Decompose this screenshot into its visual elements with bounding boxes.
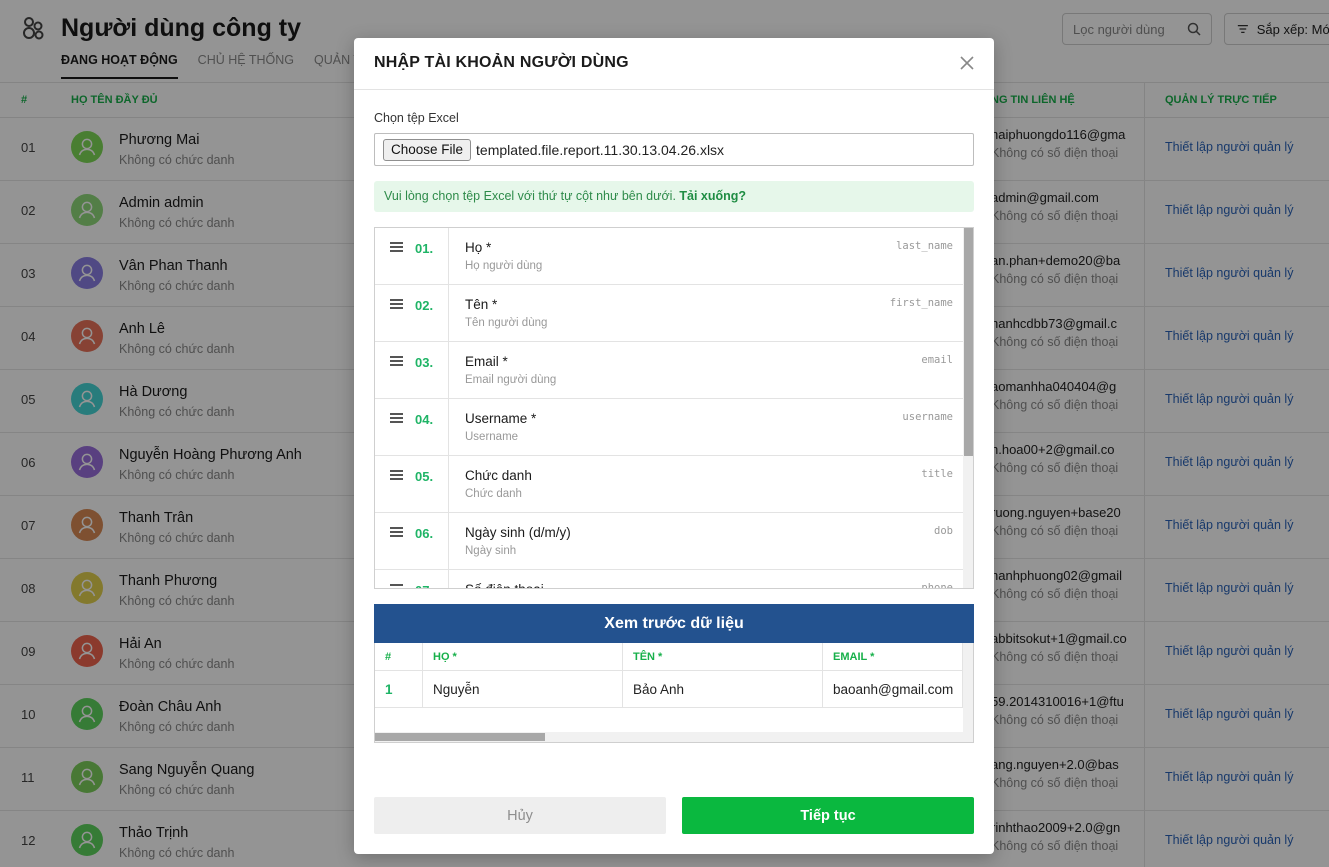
field-key: last_name bbox=[896, 240, 953, 252]
field-order-number: 05. bbox=[415, 469, 434, 484]
field-label: Chức danh bbox=[465, 468, 532, 483]
field-divider bbox=[448, 399, 449, 455]
field-label: Họ * bbox=[465, 240, 492, 255]
field-divider bbox=[448, 570, 449, 588]
field-order-number: 07. bbox=[415, 583, 433, 588]
field-description: Email người dùng bbox=[465, 374, 557, 386]
column-field-item[interactable]: 03. Email * Email người dùng email bbox=[375, 342, 963, 399]
modal-title: NHẬP TÀI KHOẢN NGƯỜI DÙNG bbox=[374, 54, 629, 71]
field-order-number: 03. bbox=[415, 355, 434, 370]
field-label: Email * bbox=[465, 354, 508, 369]
field-key: dob bbox=[934, 525, 953, 537]
import-users-modal: NHẬP TÀI KHOẢN NGƯỜI DÙNG Chọn tệp Excel… bbox=[354, 38, 994, 854]
download-template-link[interactable]: Tải xuống? bbox=[679, 189, 746, 203]
field-label: Số điện thoại bbox=[465, 582, 544, 588]
field-order-number: 04. bbox=[415, 412, 434, 427]
preview-cell: Bảo Anh bbox=[623, 671, 823, 707]
field-label: Username * bbox=[465, 411, 537, 426]
column-field-item[interactable]: 01. Họ * Họ người dùng last_name bbox=[375, 228, 963, 285]
field-description: Ngày sinh bbox=[465, 545, 517, 557]
drag-handle-icon[interactable] bbox=[390, 584, 403, 588]
modal-header: NHẬP TÀI KHOẢN NGƯỜI DÙNG bbox=[354, 38, 994, 90]
choose-file-button[interactable]: Choose File bbox=[383, 138, 472, 161]
drag-handle-icon[interactable] bbox=[390, 527, 403, 537]
column-field-item[interactable]: 07. Số điện thoại phone bbox=[375, 570, 963, 589]
field-description: Chức danh bbox=[465, 488, 522, 500]
field-order-number: 01. bbox=[415, 241, 434, 256]
preview-cell: baoanh@gmail.com bbox=[823, 671, 963, 707]
field-divider bbox=[448, 285, 449, 341]
preview-header-cell: HỌ * bbox=[423, 643, 623, 670]
continue-button[interactable]: Tiếp tục bbox=[682, 797, 974, 834]
field-key: title bbox=[921, 468, 953, 480]
preview-horizontal-scrollbar[interactable] bbox=[375, 732, 963, 742]
file-input[interactable]: Choose File templated.file.report.11.30.… bbox=[374, 133, 974, 166]
field-divider bbox=[448, 456, 449, 512]
field-divider bbox=[448, 342, 449, 398]
cancel-button[interactable]: Hủy bbox=[374, 797, 666, 834]
drag-handle-icon[interactable] bbox=[390, 299, 403, 309]
field-key: username bbox=[902, 411, 953, 423]
field-key: first_name bbox=[889, 297, 953, 309]
drag-handle-icon[interactable] bbox=[390, 356, 403, 366]
preview-vertical-scrollbar[interactable] bbox=[963, 643, 973, 742]
preview-header-cell: # bbox=[375, 643, 423, 670]
field-description: Họ người dùng bbox=[465, 260, 543, 272]
drag-handle-icon[interactable] bbox=[390, 242, 403, 252]
file-label: Chọn tệp Excel bbox=[374, 111, 459, 125]
field-divider bbox=[448, 513, 449, 569]
field-key: phone bbox=[921, 582, 953, 589]
column-field-item[interactable]: 02. Tên * Tên người dùng first_name bbox=[375, 285, 963, 342]
preview-header-row: # HỌ * TÊN * EMAIL * bbox=[375, 643, 963, 671]
field-description: Tên người dùng bbox=[465, 317, 548, 329]
preview-cell: 1 bbox=[375, 671, 423, 707]
field-label: Tên * bbox=[465, 297, 498, 312]
preview-data-row: 1 Nguyễn Bảo Anh baoanh@gmail.com bbox=[375, 671, 963, 708]
close-icon[interactable] bbox=[959, 55, 975, 71]
field-label: Ngày sinh (d/m/y) bbox=[465, 525, 571, 540]
preview-title: Xem trước dữ liệu bbox=[374, 604, 974, 643]
notice-text: Vui lòng chọn tệp Excel với thứ tự cột n… bbox=[384, 189, 680, 203]
column-order-notice: Vui lòng chọn tệp Excel với thứ tự cột n… bbox=[374, 181, 974, 212]
field-order-number: 06. bbox=[415, 526, 434, 541]
preview-header-cell: EMAIL * bbox=[823, 643, 963, 670]
preview-table: # HỌ * TÊN * EMAIL * 1 Nguyễn Bảo Anh baoanh@gm… bbox=[374, 643, 974, 743]
field-order-number: 02. bbox=[415, 298, 434, 313]
field-key: email bbox=[921, 354, 953, 366]
column-field-item[interactable]: 06. Ngày sinh (d/m/y) Ngày sinh dob bbox=[375, 513, 963, 570]
preview-cell: Nguyễn bbox=[423, 671, 623, 707]
preview-header-cell: TÊN * bbox=[623, 643, 823, 670]
drag-handle-icon[interactable] bbox=[390, 470, 403, 480]
field-list-scrollbar[interactable] bbox=[963, 228, 973, 588]
column-order-list: 07. Số điện thoại phone 06. Ngày sinh (d/m/y… bbox=[374, 227, 974, 589]
column-field-item[interactable]: 05. Chức danh Chức danh title bbox=[375, 456, 963, 513]
field-description: Username bbox=[465, 431, 519, 443]
scrollbar-thumb[interactable] bbox=[964, 228, 973, 456]
scrollbar-thumb[interactable] bbox=[375, 733, 545, 741]
selected-file-name: templated.file.report.11.30.13.04.26.xls… bbox=[476, 141, 725, 158]
drag-handle-icon[interactable] bbox=[390, 413, 403, 423]
column-field-item[interactable]: 04. Username * Username username bbox=[375, 399, 963, 456]
field-divider bbox=[448, 228, 449, 284]
